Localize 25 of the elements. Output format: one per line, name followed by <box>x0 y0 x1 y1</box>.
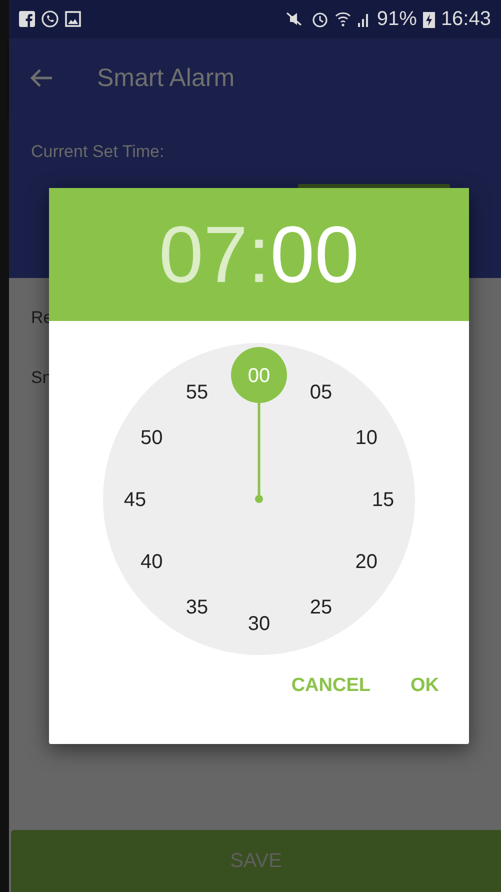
battery-charging-icon <box>422 10 435 28</box>
dial-number[interactable]: 30 <box>248 613 270 635</box>
facebook-icon <box>19 11 35 27</box>
dial-number[interactable]: 10 <box>355 427 378 449</box>
time-separator: : <box>248 214 270 294</box>
dial-number[interactable]: 05 <box>310 382 332 404</box>
dial-number[interactable]: 45 <box>124 489 146 511</box>
clock-time: 16:43 <box>440 8 491 30</box>
signal-icon <box>356 11 371 27</box>
wifi-icon <box>334 10 351 28</box>
alarm-icon <box>310 10 329 28</box>
battery-percent: 91% <box>376 8 417 30</box>
dial-number[interactable]: 20 <box>355 551 378 573</box>
image-icon <box>65 11 81 27</box>
back-icon[interactable] <box>29 68 53 88</box>
chat-icon <box>41 10 59 28</box>
dial-number[interactable]: 50 <box>140 427 163 449</box>
current-time-label: Current Set Time: <box>31 142 166 162</box>
dial-number[interactable]: 15 <box>372 489 394 511</box>
clock-hand[interactable] <box>231 347 287 503</box>
screen-title: Smart Alarm <box>97 64 235 92</box>
dial-number[interactable]: 25 <box>310 596 332 618</box>
dial-number[interactable]: 35 <box>186 596 208 618</box>
dial-number[interactable]: 40 <box>140 551 163 573</box>
dial-number[interactable]: 55 <box>186 382 208 404</box>
